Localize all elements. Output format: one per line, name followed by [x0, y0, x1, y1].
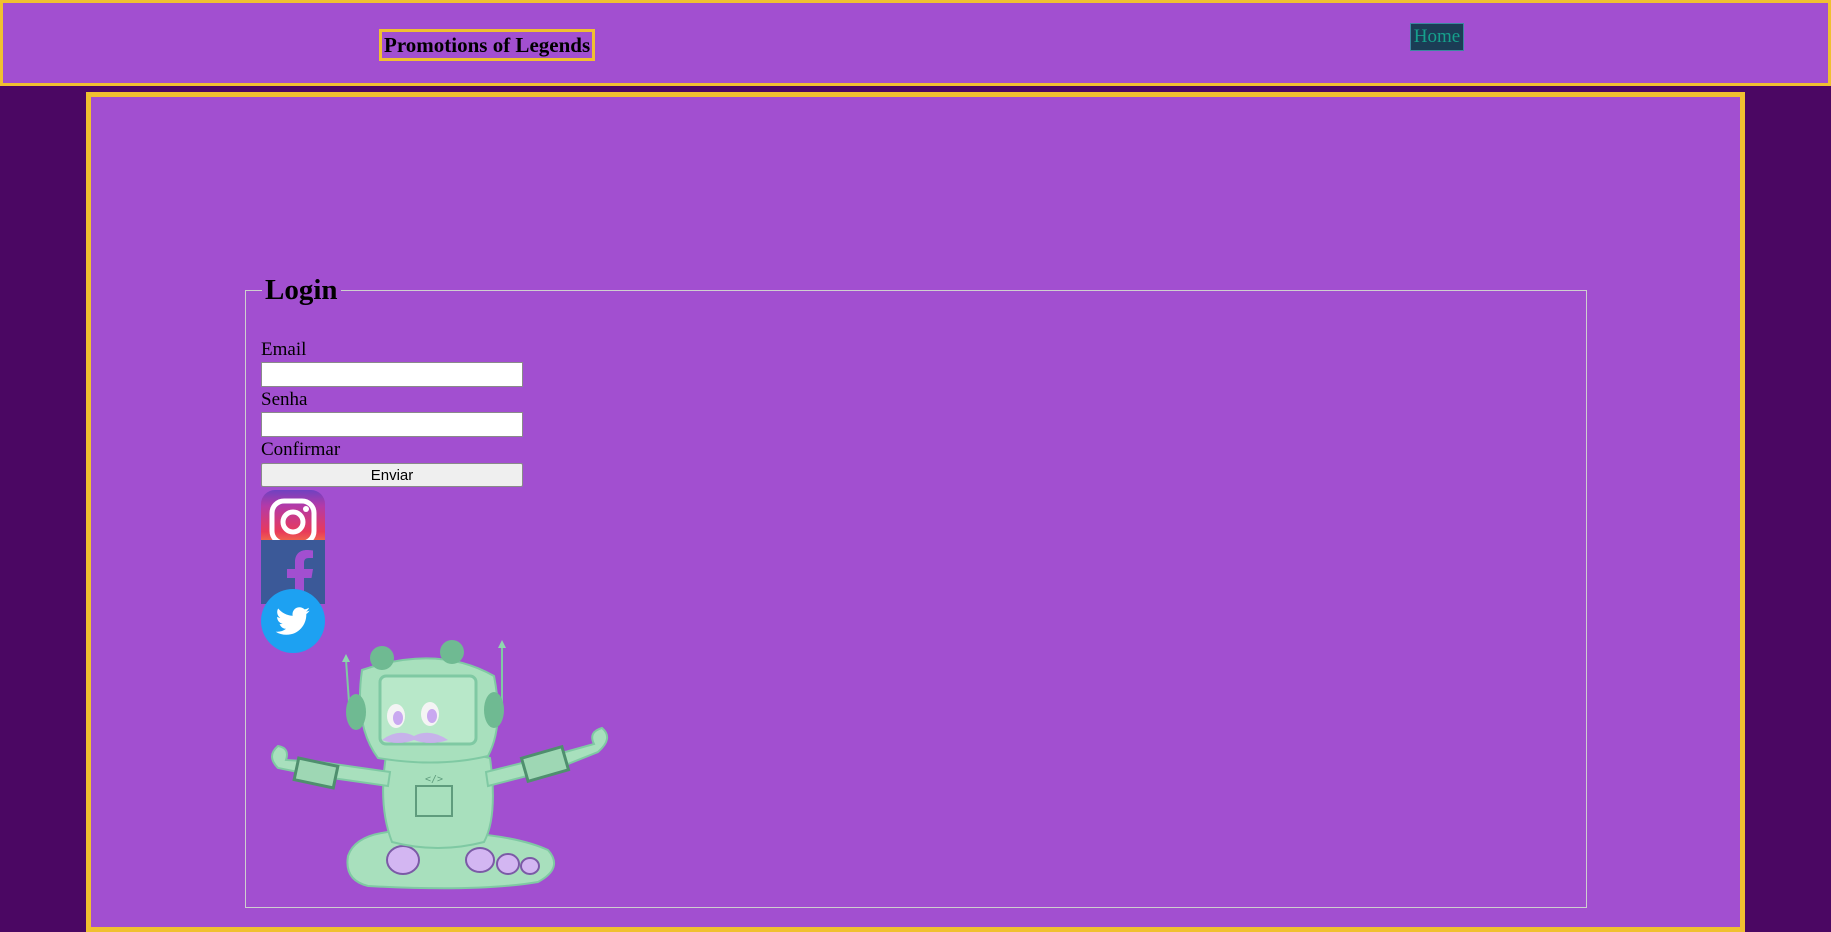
password-field[interactable]: [261, 412, 523, 437]
email-field[interactable]: [261, 362, 523, 387]
email-label: Email: [261, 339, 307, 360]
login-legend: Login: [262, 272, 341, 308]
home-nav-link[interactable]: Home: [1410, 23, 1464, 51]
password-label: Senha: [261, 389, 308, 410]
header-bar: Promotions of Legends Home: [0, 0, 1831, 86]
site-title: Promotions of Legends: [379, 29, 596, 61]
robot-mascot: </>: [258, 636, 618, 892]
submit-button[interactable]: Enviar: [261, 463, 523, 487]
confirm-label: Confirmar: [261, 439, 341, 460]
svg-text:</>: </>: [425, 774, 443, 785]
